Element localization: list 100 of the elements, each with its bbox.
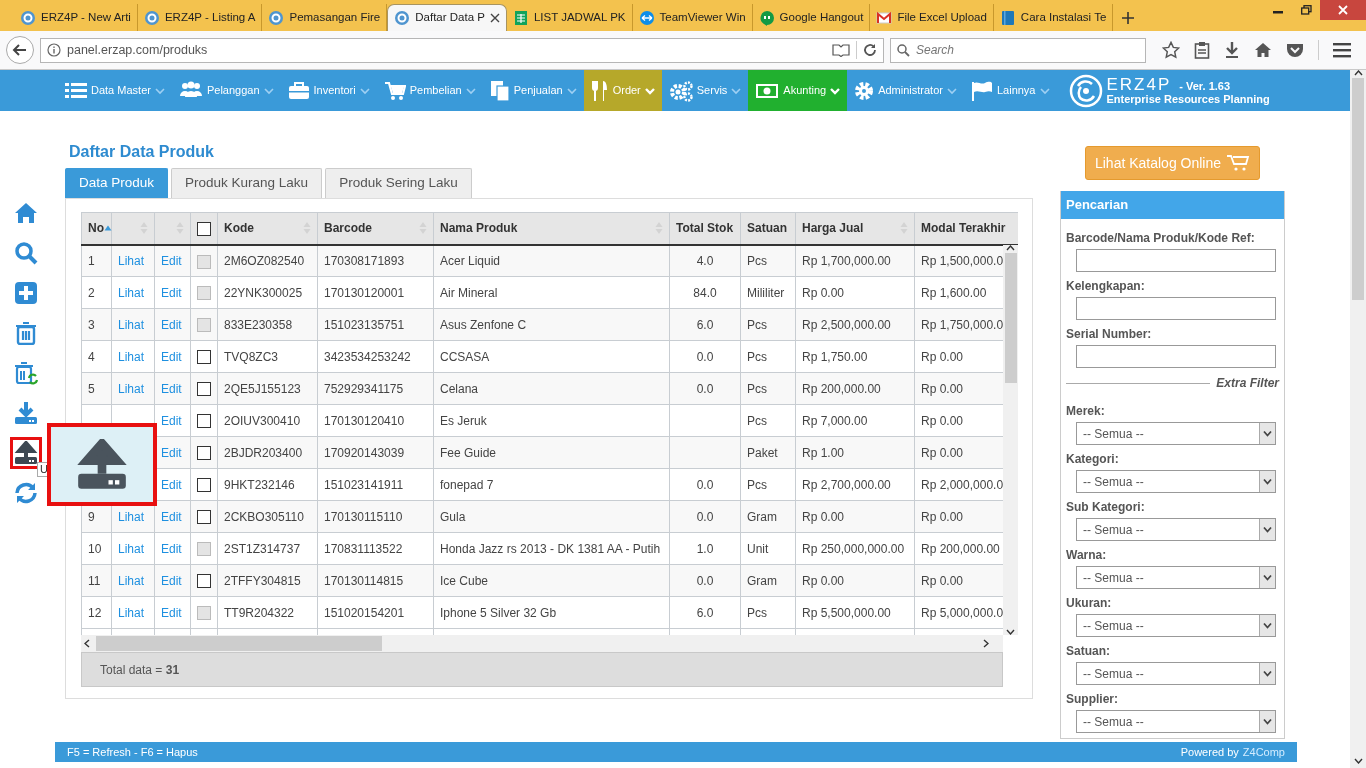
total-text: Total data = 31 <box>100 661 180 679</box>
dropdown[interactable]: -- Semua -- <box>1076 518 1276 541</box>
dropdown[interactable]: -- Semua -- <box>1076 422 1276 445</box>
home-icon[interactable] <box>14 201 38 225</box>
table-cell: 2BJDR203400 <box>224 445 303 460</box>
credit-link[interactable]: Z4Comp <box>1242 743 1285 761</box>
menu-item[interactable]: Servis <box>661 70 749 111</box>
table-cell: 9 <box>88 509 95 524</box>
checkbox[interactable] <box>197 478 211 493</box>
checkbox[interactable] <box>197 222 211 237</box>
scroll-thumb[interactable] <box>1352 78 1364 300</box>
table-cell: Rp 0.00 <box>802 509 845 524</box>
table-cell: 4.0 <box>696 253 714 268</box>
checkbox[interactable] <box>197 382 211 397</box>
download-icon[interactable] <box>1224 41 1240 59</box>
vertical-scrollbar[interactable] <box>1003 245 1018 635</box>
page-title: Daftar Data Produk <box>69 142 215 162</box>
menu-item[interactable]: Penjualan <box>482 70 584 111</box>
search-field[interactable]: Search <box>890 37 1146 63</box>
field-label: Kelengkapan: <box>1066 279 1145 293</box>
table-cell: 2TFFY304815 <box>224 573 301 588</box>
menu-item[interactable]: Order <box>583 70 662 111</box>
checkbox[interactable] <box>197 446 211 461</box>
column-header: Modal Terakhir <box>921 220 1006 238</box>
fork-knife-icon <box>590 79 609 102</box>
scroll-down-icon <box>1006 629 1015 635</box>
close-icon[interactable] <box>489 13 500 23</box>
browser-tab[interactable]: Daftar Data P <box>387 4 507 31</box>
menu-item[interactable]: Data Master <box>58 70 172 111</box>
scroll-thumb[interactable] <box>96 636 382 651</box>
menu-item[interactable]: Lainnya <box>963 70 1057 111</box>
table-cell: Gram <box>747 573 777 588</box>
chevron-icon <box>154 86 165 95</box>
swirl-icon <box>143 9 160 26</box>
scroll-thumb[interactable] <box>1004 253 1017 383</box>
tab[interactable]: Produk Sering Laku <box>325 168 472 198</box>
section-label: Extra Filter <box>1216 375 1279 392</box>
menu-item[interactable]: Inventori <box>280 70 377 111</box>
menu-icon[interactable] <box>1333 42 1351 58</box>
trash-icon[interactable] <box>14 321 38 345</box>
tagline: Enterprise Resources Planning <box>1106 94 1270 106</box>
reload-icon[interactable] <box>863 43 877 57</box>
gears-icon <box>668 79 693 102</box>
download-icon[interactable] <box>14 401 38 425</box>
column-header: Harga Jual <box>802 220 864 238</box>
table-cell: Rp 1,600.00 <box>921 285 987 300</box>
scroll-right-icon <box>983 639 989 648</box>
table-cell: 170831113522 <box>324 541 403 556</box>
table-cell: 0.0 <box>696 573 714 588</box>
dropdown[interactable]: -- Semua -- <box>1076 710 1276 733</box>
star-icon[interactable] <box>1162 41 1180 59</box>
table-cell: Rp 5,000,000.0 <box>921 605 1004 620</box>
menu-item[interactable]: Pelanggan <box>171 70 281 111</box>
search-icon[interactable] <box>14 241 38 265</box>
table-cell: Pcs <box>747 253 767 268</box>
input-field[interactable] <box>1076 297 1276 320</box>
chat-bubble-icon <box>758 9 775 26</box>
pocket-icon[interactable] <box>1286 42 1304 58</box>
checkbox[interactable] <box>197 414 211 429</box>
table-cell: Rp 200,000.00 <box>921 541 1000 556</box>
table-cell: 170130120001 <box>324 285 405 300</box>
refresh-icon[interactable] <box>14 481 38 505</box>
dropdown[interactable]: -- Semua -- <box>1076 614 1276 637</box>
tab[interactable]: Data Produk <box>65 168 169 198</box>
back-button[interactable] <box>6 36 34 64</box>
reader-icon[interactable] <box>832 43 850 57</box>
input-field[interactable] <box>1076 345 1276 368</box>
horizontal-scrollbar[interactable] <box>81 635 1003 652</box>
table-cell: Es Jeruk <box>440 413 487 428</box>
menu-item[interactable]: Administrator <box>847 70 964 111</box>
home-icon[interactable] <box>1254 41 1272 59</box>
menu-item[interactable]: Akunting <box>748 70 848 111</box>
table-cell: 151023135751 <box>324 317 405 332</box>
field-label: Serial Number: <box>1066 327 1152 341</box>
column-header: Barcode <box>324 220 373 238</box>
dropdown[interactable]: -- Semua -- <box>1076 662 1276 685</box>
tab[interactable]: Produk Kurang Laku <box>171 168 323 198</box>
clipboard-icon[interactable] <box>1194 41 1210 59</box>
catalog-button[interactable]: Lihat Katalog Online <box>1084 146 1261 180</box>
page-scrollbar[interactable] <box>1350 70 1366 768</box>
briefcase-icon <box>287 79 310 102</box>
dropdown[interactable]: -- Semua -- <box>1076 566 1276 589</box>
chevron-icon <box>946 86 957 95</box>
address-bar[interactable]: panel.erzap.com/produks <box>40 37 884 63</box>
dropdown[interactable]: -- Semua -- <box>1076 470 1276 493</box>
caret-icon <box>1263 718 1272 725</box>
input-field[interactable] <box>1076 249 1276 272</box>
cart-icon <box>1226 154 1251 172</box>
restore-icon[interactable] <box>1300 5 1312 15</box>
trash-refresh-icon[interactable] <box>14 361 38 385</box>
checkbox[interactable] <box>197 350 211 365</box>
plus-icon[interactable] <box>1121 10 1136 25</box>
menu-item[interactable]: Pembelian <box>376 70 483 111</box>
column-header: No <box>88 220 104 238</box>
checkbox[interactable] <box>197 510 211 525</box>
logo-icon <box>1068 73 1103 108</box>
table-cell: 6.0 <box>696 605 714 620</box>
scroll-down-icon <box>1353 758 1363 764</box>
checkbox[interactable] <box>197 574 211 589</box>
plus-icon[interactable] <box>14 281 38 305</box>
